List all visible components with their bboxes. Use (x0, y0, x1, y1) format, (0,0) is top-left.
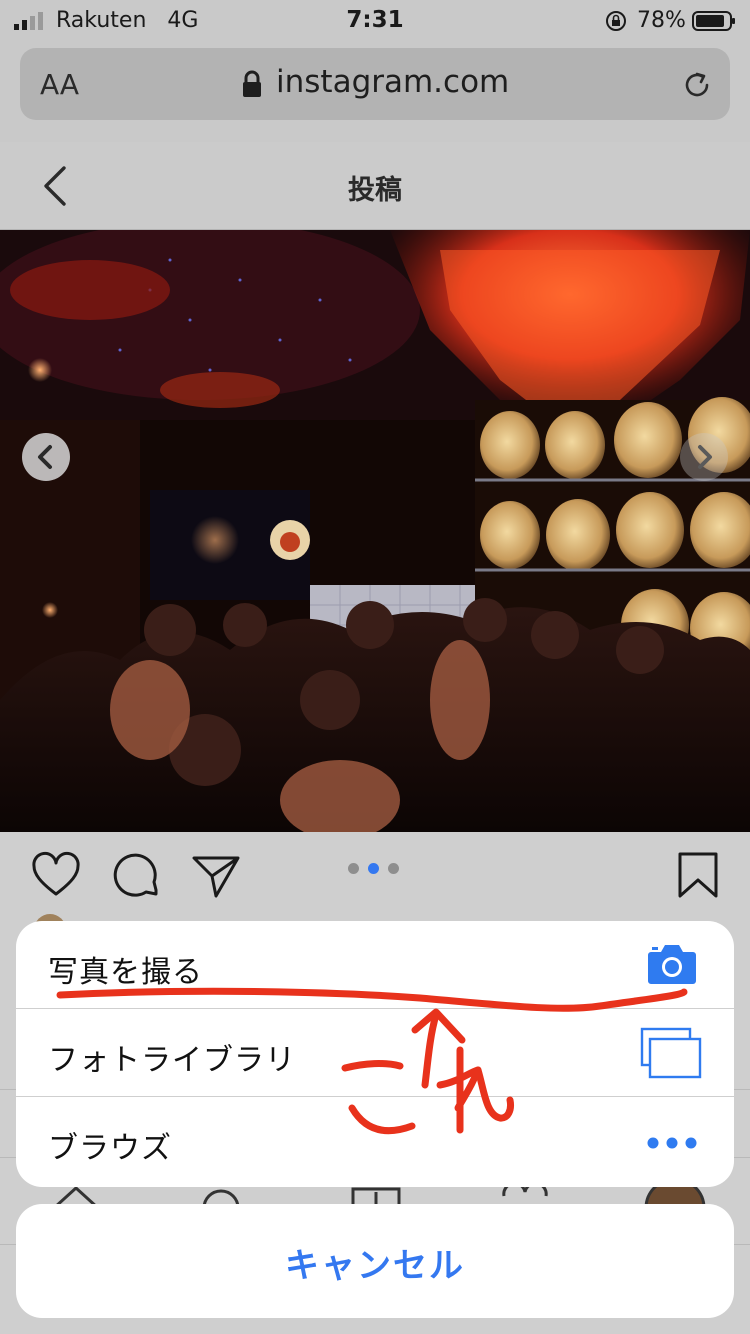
heart-icon[interactable] (30, 850, 82, 902)
address-bar[interactable]: AA instagram.com (20, 48, 730, 120)
text-size-button[interactable]: AA (40, 68, 79, 101)
chevron-right-icon (698, 445, 712, 469)
page-title: 投稿 (348, 175, 402, 206)
status-bar: Rakuten 4G 7:31 78% (0, 0, 750, 42)
secure-lock-icon (243, 70, 261, 97)
action-label: ブラウズ (48, 1131, 172, 1166)
photo-library-icon (640, 1027, 702, 1079)
page-header: 投稿 (0, 142, 750, 230)
carousel-next-button[interactable] (680, 433, 728, 481)
carousel-dot (348, 863, 359, 874)
url-text[interactable]: instagram.com (276, 64, 509, 100)
reload-icon[interactable] (680, 68, 714, 102)
browser-toolbar: AA instagram.com (0, 42, 750, 142)
share-icon[interactable] (190, 850, 242, 902)
cancel-label: キャンセル (285, 1246, 465, 1286)
chevron-left-icon (38, 445, 52, 469)
carousel-dot-active (368, 863, 379, 874)
post-photo[interactable] (0, 230, 750, 832)
more-dots-icon (647, 1137, 697, 1149)
carousel-prev-button[interactable] (22, 433, 70, 481)
bar-interior-image (0, 230, 750, 832)
cancel-button[interactable]: キャンセル (16, 1204, 734, 1318)
camera-icon (648, 945, 696, 984)
action-browse[interactable]: ブラウズ (16, 1097, 734, 1185)
action-label: フォトライブラリ (48, 1043, 296, 1078)
battery-percent: 78% (637, 8, 686, 33)
battery-icon (692, 11, 735, 31)
post-action-bar (0, 832, 750, 922)
comment-icon[interactable] (110, 850, 162, 902)
action-take-photo[interactable]: 写真を撮る (16, 921, 734, 1009)
orientation-lock-icon (606, 11, 626, 31)
action-photo-library[interactable]: フォトライブラリ (16, 1009, 734, 1097)
action-sheet: 写真を撮る フォトライブラリ ブラウズ (16, 921, 734, 1187)
action-label: 写真を撮る (48, 955, 203, 990)
bookmark-icon[interactable] (672, 850, 724, 902)
carousel-indicator (348, 863, 402, 875)
carousel-dot (388, 863, 399, 874)
